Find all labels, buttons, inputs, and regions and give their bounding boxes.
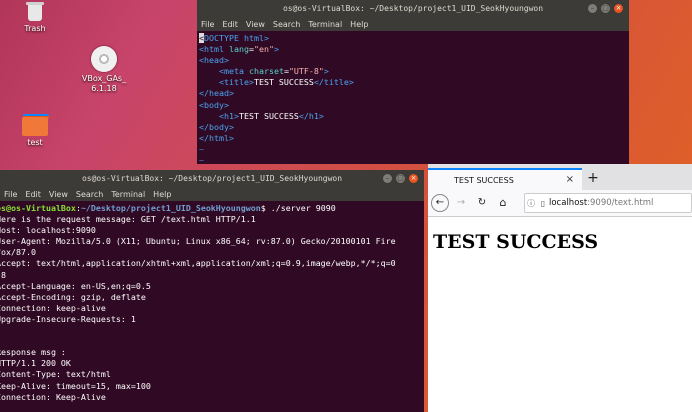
code-token: charset	[248, 66, 284, 77]
browser-tab[interactable]: TEST SUCCESS ×	[428, 168, 582, 190]
window-title: os@os-VirtualBox: ~/Desktop/project1_UID…	[282, 4, 544, 13]
folder-icon	[22, 114, 49, 136]
browser-tabbar: TEST SUCCESS × +	[428, 164, 692, 190]
code-token: lang	[228, 44, 249, 55]
maximize-icon[interactable]: □	[601, 4, 610, 13]
tab-title: TEST SUCCESS	[454, 175, 514, 185]
code-token: </title>	[313, 77, 354, 88]
empty-line-marker: ~	[199, 155, 204, 164]
code-line: <body>	[199, 99, 229, 110]
code-line: </head>	[199, 88, 234, 99]
output-line: Accept-Encoding: gzip, deflate	[0, 291, 146, 302]
code-token: "en"	[253, 44, 274, 55]
cd-icon	[91, 46, 117, 72]
url-bar[interactable]: ⓘ ▯ localhost:9090/text.html	[524, 193, 692, 213]
menu-terminal[interactable]: Terminal	[111, 190, 145, 199]
output-line: Connection: Keep-Alive	[0, 391, 106, 402]
tab-close-icon[interactable]: ×	[566, 174, 574, 185]
page-icon: ▯	[540, 198, 546, 208]
url-host: localhost	[549, 198, 588, 208]
code-token: </h1>	[298, 110, 324, 121]
code-token: <html	[199, 44, 224, 55]
code-line: <head>	[199, 55, 229, 66]
code-line: </body>	[199, 121, 234, 132]
forward-arrow-icon[interactable]: →	[452, 194, 470, 212]
output-line: fox/87.0	[0, 247, 36, 258]
browser-window[interactable]: TEST SUCCESS × + ← → ↻ ⌂ ⓘ ▯ localhost:9…	[428, 164, 692, 412]
menu-file[interactable]: File	[4, 190, 17, 199]
menu-edit[interactable]: Edit	[25, 190, 41, 199]
output-line: Accept-Language: en-US,en;q=0.5	[0, 280, 151, 291]
code-token: >	[323, 66, 329, 77]
output-line: Upgrade-Insecure-Requests: 1	[0, 313, 136, 324]
desktop-icon-label: VBox_GAs_ 6.1.18	[81, 74, 127, 93]
desktop-icon-label: Trash	[24, 24, 46, 33]
output-line: User-Agent: Mozilla/5.0 (X11; Ubuntu; Li…	[0, 236, 396, 247]
code-token: <meta	[199, 66, 244, 77]
editor-terminal-titlebar[interactable]: os@os-VirtualBox: ~/Desktop/project1_UID…	[197, 0, 629, 17]
code-token: <h1>	[199, 110, 239, 121]
menu-view[interactable]: View	[49, 190, 68, 199]
close-icon[interactable]: ×	[614, 4, 623, 13]
editor-terminal-menubar: File Edit View Search Terminal Help	[197, 17, 629, 31]
menu-search[interactable]: Search	[273, 20, 300, 29]
home-icon[interactable]: ⌂	[494, 194, 512, 212]
back-arrow-icon[interactable]: ←	[431, 194, 449, 212]
code-token: <title>	[199, 77, 254, 88]
output-line: Keep-Alive: timeout=15, max=100	[0, 380, 151, 391]
prompt-user: os@os-VirtualBox	[0, 203, 76, 213]
output-line: Connection: keep-alive	[0, 302, 106, 313]
info-icon[interactable]: ⓘ	[525, 198, 537, 209]
code-token: >	[273, 44, 279, 55]
code-token: TEST SUCCESS	[238, 110, 299, 121]
reload-icon[interactable]: ↻	[473, 194, 491, 212]
url-path: :9090/text.html	[587, 198, 654, 208]
code-token: "UTF-8"	[288, 66, 324, 77]
code-line: </html>	[199, 132, 234, 143]
server-terminal-window[interactable]: os@os-VirtualBox: ~/Desktop/project1_UID…	[0, 170, 424, 412]
page-heading: TEST SUCCESS	[433, 231, 599, 253]
maximize-icon[interactable]: □	[396, 174, 405, 183]
close-icon[interactable]: ×	[409, 174, 418, 183]
window-title: os@os-VirtualBox: ~/Desktop/project1_UID…	[81, 174, 343, 183]
menu-help[interactable]: Help	[153, 190, 171, 199]
menu-help[interactable]: Help	[350, 20, 368, 29]
code-line: DOCTYPE html>	[204, 33, 269, 43]
server-terminal-titlebar[interactable]: os@os-VirtualBox: ~/Desktop/project1_UID…	[0, 170, 424, 187]
output-line: HTTP/1.1 200 OK	[0, 358, 71, 369]
desktop-icon-label: test	[27, 138, 43, 147]
output-line: Here is the request message: GET /text.h…	[0, 214, 256, 225]
server-terminal-output[interactable]: os@os-VirtualBox:~/Desktop/project1_UID_…	[0, 201, 424, 405]
prompt-path: ~/Desktop/project1_UID_SeokHyoungwon	[80, 203, 261, 213]
empty-line-marker: ~	[199, 143, 204, 154]
trash-icon	[23, 0, 47, 22]
output-line: Response msg :	[0, 347, 66, 358]
output-line: Content-Type: text/html	[0, 369, 111, 380]
output-line: Accept: text/html,application/xhtml+xml,…	[0, 258, 396, 269]
desktop-icon-trash[interactable]: Trash	[0, 0, 70, 34]
menu-view[interactable]: View	[246, 20, 265, 29]
output-line: Host: localhost:9090	[0, 225, 96, 236]
desktop-icon-vbox[interactable]: VBox_GAs_ 6.1.18	[69, 46, 139, 94]
menu-terminal[interactable]: Terminal	[308, 20, 342, 29]
editor-content[interactable]: <DOCTYPE html> <html lang="en"> <head> <…	[197, 31, 629, 164]
prompt-command: $ ./server 9090	[260, 203, 336, 213]
menu-edit[interactable]: Edit	[222, 20, 238, 29]
minimize-icon[interactable]: –	[383, 174, 392, 183]
server-terminal-menubar: File Edit View Search Terminal Help	[0, 187, 424, 201]
output-line: .8	[0, 269, 6, 280]
browser-navbar: ← → ↻ ⌂ ⓘ ▯ localhost:9090/text.html	[428, 190, 692, 217]
new-tab-button[interactable]: +	[582, 168, 604, 190]
desktop-icon-test-folder[interactable]: test	[0, 114, 70, 148]
menu-search[interactable]: Search	[76, 190, 103, 199]
minimize-icon[interactable]: –	[588, 4, 597, 13]
editor-terminal-window[interactable]: os@os-VirtualBox: ~/Desktop/project1_UID…	[197, 0, 629, 164]
menu-file[interactable]: File	[201, 20, 214, 29]
code-token: TEST SUCCESS	[253, 77, 314, 88]
